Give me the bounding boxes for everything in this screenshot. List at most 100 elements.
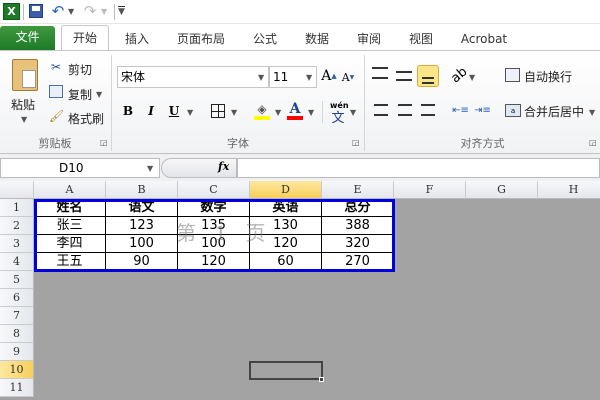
font-name-dropdown-icon[interactable]: ▼ — [258, 73, 264, 82]
save-icon[interactable] — [29, 4, 43, 18]
format-painter-button[interactable]: 格式刷 — [68, 110, 104, 127]
tab-file[interactable]: 文件 — [0, 26, 55, 50]
italic-button[interactable]: I — [143, 102, 159, 120]
excel-icon[interactable]: X — [3, 3, 20, 20]
row-header-8[interactable]: 8 — [0, 325, 34, 343]
cell-C4[interactable]: 120 — [178, 253, 250, 271]
font-size-dropdown-icon[interactable]: ▼ — [306, 73, 312, 82]
quick-access-toolbar: X ↶ ▼ ↷ ▼ ▼ — [0, 0, 600, 24]
formula-input[interactable] — [237, 158, 600, 178]
cell-B4[interactable]: 90 — [106, 253, 178, 271]
row-header-11[interactable]: 11 — [0, 379, 34, 397]
cell-D4[interactable]: 60 — [250, 253, 322, 271]
row-header-6[interactable]: 6 — [0, 289, 34, 307]
undo-icon[interactable]: ↶ — [50, 2, 66, 20]
column-header-A[interactable]: A — [34, 181, 106, 199]
cell-B3[interactable]: 100 — [106, 235, 178, 253]
row-header-2[interactable]: 2 — [0, 217, 34, 235]
phonetic-guide-icon[interactable]: 文 — [331, 109, 345, 126]
row-header-7[interactable]: 7 — [0, 307, 34, 325]
cut-button[interactable]: 剪切 — [68, 61, 92, 78]
cell-B1[interactable]: 语文 — [106, 199, 178, 217]
tab-view[interactable]: 视图 — [402, 28, 440, 50]
column-header-D[interactable]: D — [250, 181, 322, 199]
column-header-C[interactable]: C — [178, 181, 250, 199]
cell-A4[interactable]: 王五 — [34, 253, 106, 271]
cell-E3[interactable]: 320 — [322, 235, 394, 253]
column-header-H[interactable]: H — [538, 181, 600, 199]
fill-handle[interactable] — [319, 377, 324, 382]
worksheet-grid[interactable]: ABCDEFGH 1 2 3 4 5 6 7 8 9 10 11 姓名 语文 数学 英语 总分 张三 123 13… — [0, 181, 600, 400]
wrap-text-button[interactable]: 自动换行 — [524, 68, 572, 85]
cell-A3[interactable]: 李四 — [34, 235, 106, 253]
column-header-F[interactable]: F — [394, 181, 466, 199]
fill-color-icon[interactable]: ◈ — [254, 102, 270, 116]
fill-color-dropdown-icon[interactable]: ▼ — [275, 108, 281, 117]
alignment-launcher-icon[interactable]: ◲ — [589, 138, 597, 147]
merge-center-button[interactable]: 合并后居中 — [524, 103, 584, 120]
align-center-icon[interactable] — [398, 104, 412, 116]
tab-insert[interactable]: 插入 — [117, 28, 157, 50]
paste-icon[interactable] — [12, 59, 38, 91]
cell-B2[interactable]: 123 — [106, 217, 178, 235]
column-header-E[interactable]: E — [322, 181, 394, 199]
align-top-icon[interactable] — [372, 67, 388, 79]
align-left-icon[interactable] — [374, 104, 388, 116]
selected-cell-D10[interactable] — [249, 361, 323, 380]
row-header-3[interactable]: 3 — [0, 235, 34, 253]
paste-button[interactable]: 粘贴 — [11, 96, 35, 113]
select-all-button[interactable] — [0, 181, 34, 199]
cell-A2[interactable]: 张三 — [34, 217, 106, 235]
tab-data[interactable]: 数据 — [298, 28, 336, 50]
copy-button[interactable]: 复制 — [68, 86, 92, 103]
copy-dropdown-icon[interactable]: ▼ — [96, 90, 102, 99]
font-color-dropdown-icon[interactable]: ▼ — [308, 108, 314, 117]
tab-formulas[interactable]: 公式 — [246, 28, 284, 50]
insert-function-button[interactable]: fx — [218, 160, 229, 173]
align-bottom-button[interactable] — [417, 65, 439, 87]
cell-A1[interactable]: 姓名 — [34, 199, 106, 217]
shrink-font-icon[interactable]: A ▼ — [341, 69, 355, 85]
font-name-input[interactable]: 宋体 — [117, 66, 269, 88]
paste-dropdown-icon[interactable]: ▼ — [21, 115, 27, 124]
row-header-1[interactable]: 1 — [0, 199, 34, 217]
row-header-5[interactable]: 5 — [0, 271, 34, 289]
redo-dropdown-icon: ▼ — [101, 7, 108, 16]
borders-dropdown-icon[interactable]: ▼ — [231, 108, 237, 117]
underline-button[interactable]: U — [166, 102, 182, 120]
cell-E1[interactable]: 总分 — [322, 199, 394, 217]
alignment-group-label: 对齐方式 — [460, 137, 505, 150]
borders-icon[interactable] — [211, 104, 225, 118]
grow-font-icon[interactable]: A ▲ — [321, 67, 337, 85]
orientation-dropdown-icon[interactable]: ▼ — [469, 73, 475, 82]
cell-D1[interactable]: 英语 — [250, 199, 322, 217]
tab-home[interactable]: 开始 — [61, 25, 109, 51]
increase-indent-icon[interactable]: ⇥≡ — [474, 103, 491, 117]
cell-E4[interactable]: 270 — [322, 253, 394, 271]
cell-C1[interactable]: 数学 — [178, 199, 250, 217]
row-header-4[interactable]: 4 — [0, 253, 34, 271]
tab-page-layout[interactable]: 页面布局 — [170, 28, 232, 50]
column-header-B[interactable]: B — [106, 181, 178, 199]
tab-acrobat[interactable]: Acrobat — [454, 28, 514, 50]
bold-button[interactable]: B — [120, 102, 136, 120]
column-header-G[interactable]: G — [466, 181, 538, 199]
orientation-icon[interactable]: ab — [448, 64, 471, 87]
undo-dropdown-icon[interactable]: ▼ — [68, 7, 74, 16]
font-launcher-icon[interactable]: ◲ — [352, 138, 360, 147]
name-box[interactable]: D10 — [0, 158, 160, 178]
decrease-indent-icon[interactable]: ⇤≡ — [452, 103, 469, 117]
name-box-dropdown-icon[interactable]: ▼ — [147, 164, 153, 173]
underline-dropdown-icon[interactable]: ▼ — [187, 108, 193, 117]
font-color-icon[interactable]: A — [287, 101, 303, 117]
row-header-9[interactable]: 9 — [0, 343, 34, 361]
align-right-icon[interactable] — [421, 104, 435, 116]
clipboard-launcher-icon[interactable]: ◲ — [100, 138, 108, 147]
cell-E2[interactable]: 388 — [322, 217, 394, 235]
align-middle-icon[interactable] — [396, 71, 412, 81]
customize-icon[interactable]: ▼ — [118, 6, 125, 17]
phonetic-dropdown-icon[interactable]: ▼ — [350, 108, 356, 117]
row-header-10[interactable]: 10 — [0, 361, 34, 379]
tab-review[interactable]: 审阅 — [350, 28, 388, 50]
merge-dropdown-icon[interactable]: ▼ — [589, 108, 595, 117]
